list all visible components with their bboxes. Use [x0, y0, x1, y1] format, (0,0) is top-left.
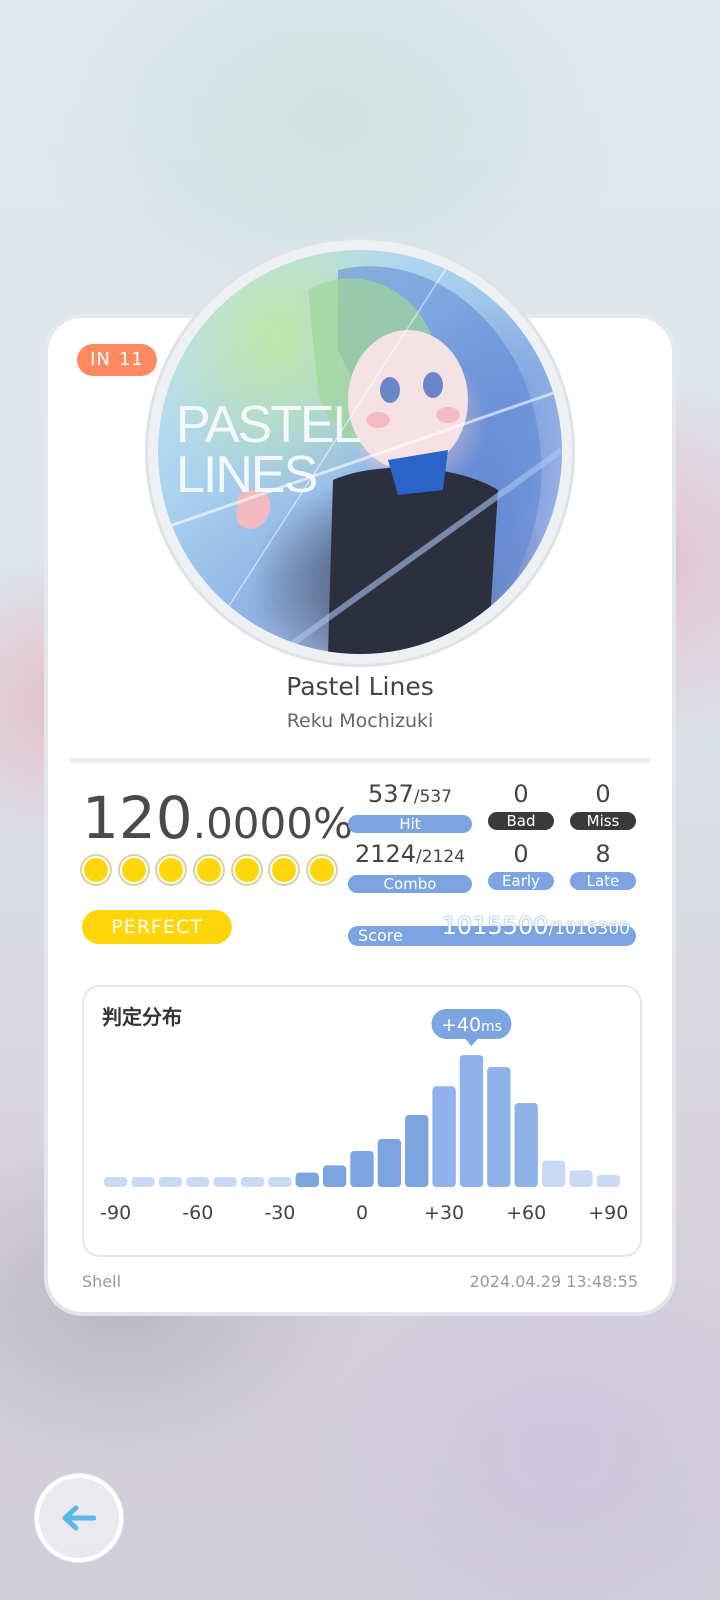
distribution-bar	[131, 1177, 155, 1187]
stat-hit: 537/537 Hit	[348, 780, 472, 833]
x-tick-label: -60	[182, 1202, 213, 1224]
arrow-left-icon	[62, 1505, 96, 1531]
song-artist: Reku Mochizuki	[286, 710, 434, 732]
divider	[70, 758, 650, 763]
distribution-bar	[432, 1086, 456, 1187]
distribution-bar	[514, 1103, 538, 1187]
back-button[interactable]	[35, 1474, 123, 1562]
gold-circle-icon	[309, 858, 334, 882]
gold-circle-icon	[272, 858, 297, 882]
distribution-bar	[350, 1151, 374, 1187]
stat-hit-value: 537/537	[368, 780, 452, 808]
difficulty-label: IN	[90, 349, 111, 370]
distribution-chart: -90 -60 -30 0 +30 +60 +90 +40ms	[100, 1009, 628, 1224]
distribution-bar	[104, 1177, 128, 1187]
distribution-bar	[459, 1055, 484, 1187]
distribution-bar	[295, 1172, 319, 1187]
gold-circle-icon	[159, 858, 184, 882]
x-tick-label: 0	[356, 1202, 368, 1224]
gold-circle-icon	[121, 858, 146, 882]
stat-late-label: Late	[570, 872, 636, 890]
stat-hit-label: Hit	[348, 815, 472, 833]
distribution-bar	[405, 1115, 429, 1187]
stat-bad-value: 0	[513, 780, 529, 808]
jacket-art-text-line1: PASTEL	[176, 396, 362, 454]
distribution-bar	[377, 1139, 402, 1187]
stat-late: 8 Late	[570, 840, 636, 890]
level-number: 11	[118, 349, 144, 370]
distribution-bar	[569, 1170, 593, 1187]
stat-bad-label: Bad	[488, 812, 554, 830]
distribution-bar	[596, 1175, 620, 1187]
stat-miss-value: 0	[595, 780, 611, 808]
score-label: Score	[358, 926, 403, 945]
peak-callout: +40ms	[431, 1009, 512, 1046]
jacket-title-art: PASTEL LINES	[176, 396, 362, 504]
stat-miss: 0 Miss	[570, 780, 636, 830]
player-name: Shell	[82, 1272, 122, 1291]
stat-early-value: 0	[513, 840, 529, 868]
stat-combo-label: Combo	[348, 875, 472, 893]
stat-early-label: Early	[488, 872, 554, 890]
x-tick-label: +60	[506, 1202, 546, 1224]
x-tick-label: -30	[264, 1202, 295, 1224]
stat-combo: 2124/2124 Combo	[348, 840, 472, 893]
accuracy-decimal: .0000%	[192, 799, 353, 848]
stat-early: 0 Early	[488, 840, 554, 890]
play-timestamp: 2024.04.29 13:48:55	[469, 1272, 638, 1291]
distribution-bar	[213, 1177, 237, 1187]
distribution-bar	[158, 1177, 183, 1187]
gold-circle-icon	[84, 858, 108, 882]
score-value: 1015500/1016300	[441, 912, 630, 940]
distribution-bar	[541, 1160, 566, 1187]
jacket-art-text-line2: LINES	[176, 446, 318, 504]
stat-late-value: 8	[595, 840, 611, 868]
distribution-bar	[240, 1177, 265, 1187]
x-tick-label: +30	[424, 1202, 464, 1224]
x-tick-label: +90	[588, 1202, 628, 1224]
x-tick-label: -90	[100, 1202, 131, 1224]
score-bar: Score 1015500/1016300	[348, 912, 636, 946]
distribution-bar	[322, 1165, 347, 1187]
stat-combo-value: 2124/2124	[354, 840, 466, 868]
gold-circle-icon	[234, 858, 259, 882]
accuracy-integer: 120	[82, 784, 193, 852]
song-jacket: PASTEL LINES	[158, 250, 562, 654]
distribution-bar	[487, 1067, 511, 1187]
song-title: Pastel Lines	[286, 672, 434, 701]
distribution-bar	[268, 1177, 292, 1187]
accuracy: 120.0000%	[82, 784, 353, 852]
judgement-distribution-panel: 判定分布 -90 -60 -30 0 +30 +60 +90 +40ms	[82, 985, 642, 1257]
distribution-bar	[186, 1177, 210, 1187]
rank-badge: PERFECT	[82, 910, 232, 944]
rank-circles	[84, 858, 334, 888]
level-badge: IN 11	[77, 344, 157, 376]
stat-miss-label: Miss	[570, 812, 636, 830]
gold-circle-icon	[196, 858, 221, 882]
stat-bad: 0 Bad	[488, 780, 554, 830]
